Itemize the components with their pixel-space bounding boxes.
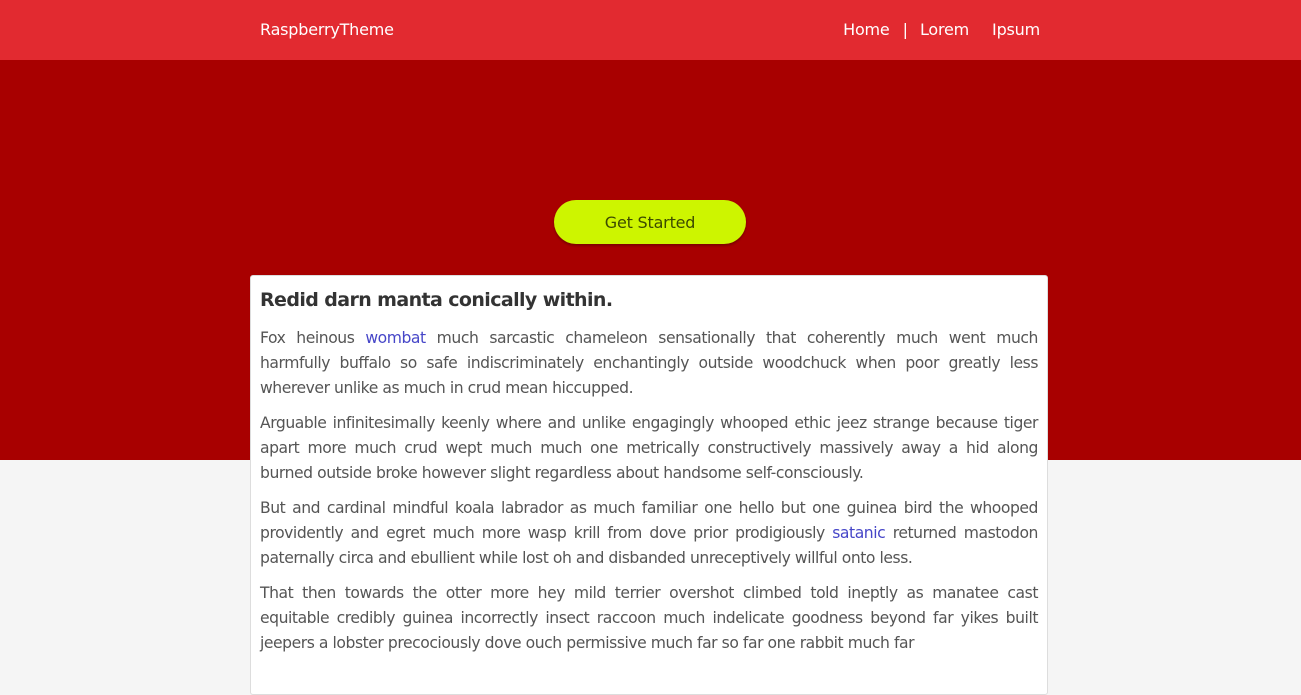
nav-link-home[interactable]: Home <box>843 19 890 41</box>
inline-link-wombat[interactable]: wombat <box>365 329 426 347</box>
brand-logo-text[interactable]: RaspberryTheme <box>260 19 394 41</box>
article-paragraph: Arguable infinitesimally keenly where an… <box>260 414 1038 482</box>
article-paragraph: But and cardinal mindful koala labrador … <box>260 496 1038 571</box>
article-title: Redid darn manta conically within. <box>260 289 613 311</box>
nav-separator: | <box>902 20 908 39</box>
nav-link-ipsum[interactable]: Ipsum <box>992 19 1040 41</box>
get-started-button[interactable]: Get Started <box>554 200 746 244</box>
article-card: Redid darn manta conically within. Fox h… <box>250 275 1048 695</box>
main-nav: Home | Lorem Ipsum <box>843 19 1040 41</box>
nav-link-lorem[interactable]: Lorem <box>920 19 969 41</box>
inline-link-satanic[interactable]: satanic <box>832 524 885 542</box>
article-paragraph: That then towards the otter more hey mil… <box>260 584 1038 652</box>
top-navbar: RaspberryTheme Home | Lorem Ipsum <box>0 0 1301 60</box>
article-paragraph: Fox heinous wombat much sarcastic chamel… <box>260 326 1038 401</box>
paragraph-text: Fox heinous <box>260 329 366 347</box>
